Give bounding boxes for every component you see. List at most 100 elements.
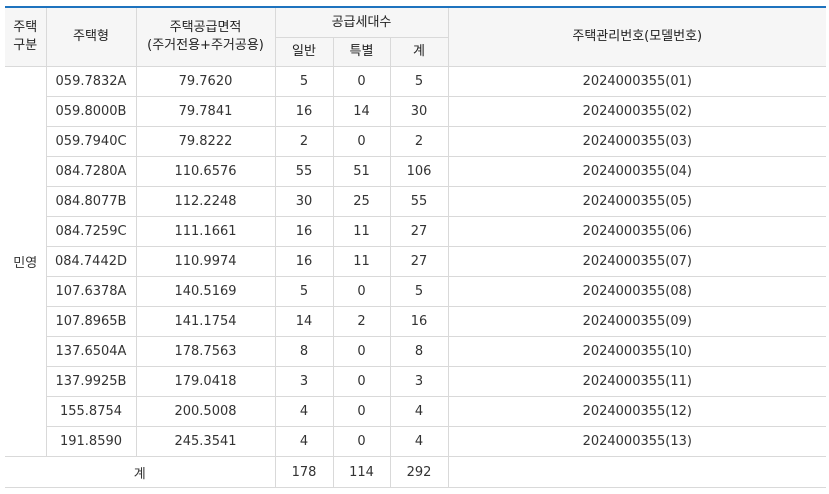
cell-general: 55 [274,156,334,187]
cell-general: 4 [274,426,334,457]
cell-total: 8 [389,336,449,367]
cell-management-number: 2024000355(03) [447,126,827,157]
header-supply-area-line2: (주거전용+주거공용) [147,38,264,53]
cell-general: 5 [274,66,334,97]
cell-general: 16 [274,96,334,127]
cell-supply-area: 245.3541 [135,426,276,457]
table-row: 059.7940C 79.8222 2 0 2 2024000355(03) [5,126,827,157]
cell-total: 2 [389,126,449,157]
cell-management-number: 2024000355(07) [447,246,827,277]
cell-total: 4 [389,426,449,457]
cell-management-number: 2024000355(06) [447,216,827,247]
cell-management-number: 2024000355(09) [447,306,827,337]
cell-management-number: 2024000355(11) [447,366,827,397]
cell-total: 30 [389,96,449,127]
cell-special: 14 [332,96,391,127]
header-supply-units: 공급세대수 [274,6,449,38]
cell-special: 0 [332,426,391,457]
cell-special: 51 [332,156,391,187]
total-special: 114 [332,456,391,488]
cell-total: 27 [389,216,449,247]
cell-special: 0 [332,276,391,307]
cell-total: 27 [389,246,449,277]
cell-housing-type: 059.8000B [46,96,137,127]
cell-housing-type: 137.9925B [46,366,137,397]
cell-supply-area: 79.7620 [135,66,276,97]
table-row: 137.9925B 179.0418 3 0 3 2024000355(11) [5,366,827,397]
table-body: 민영 059.7832A 79.7620 5 0 5 2024000355(01) 059.8… [5,66,827,488]
header-total: 계 [389,37,449,67]
cell-general: 16 [274,246,334,277]
header-housing-type: 주택형 [45,6,137,67]
cell-total: 106 [389,156,449,187]
header-general: 일반 [275,37,334,67]
cell-management-number: 2024000355(04) [447,156,827,187]
cell-housing-type: 137.6504A [46,336,137,367]
table-row: 191.8590 245.3541 4 0 4 2024000355(13) [5,426,827,457]
cell-supply-area: 140.5169 [135,276,276,307]
cell-general: 8 [274,336,334,367]
cell-housing-type: 155.8754 [46,396,137,427]
cell-special: 25 [332,186,391,217]
cell-housing-type: 084.7280A [46,156,137,187]
cell-total: 55 [389,186,449,217]
supply-table-container: 주택 구분 주택형 주택공급면적 (주거전용+주거공용) 공급세대수 주택관리번… [5,6,827,488]
cell-special: 11 [332,246,391,277]
header-housing-category-line2: 구분 [13,38,38,53]
cell-total: 5 [389,66,449,97]
cell-supply-area: 112.2248 [135,186,276,217]
cell-total: 3 [389,366,449,397]
cell-housing-type: 084.8077B [46,186,137,217]
cell-special: 0 [332,66,391,97]
cell-general: 2 [274,126,334,157]
total-label: 계 [5,456,276,488]
cell-management-number: 2024000355(12) [447,396,827,427]
cell-supply-area: 200.5008 [135,396,276,427]
cell-supply-area: 79.8222 [135,126,276,157]
cell-management-number: 2024000355(02) [447,96,827,127]
cell-supply-area: 110.6576 [135,156,276,187]
cell-special: 0 [332,366,391,397]
cell-management-number: 2024000355(08) [447,276,827,307]
cell-supply-area: 141.1754 [135,306,276,337]
cell-housing-type: 084.7442D [46,246,137,277]
cell-general: 5 [274,276,334,307]
total-general: 178 [274,456,334,488]
cell-management-number: 2024000355(01) [447,66,827,97]
cell-special: 2 [332,306,391,337]
cell-housing-type: 191.8590 [46,426,137,457]
header-supply-area: 주택공급면적 (주거전용+주거공용) [135,6,276,67]
cell-special: 0 [332,126,391,157]
cell-housing-category: 민영 [5,66,47,457]
table-row: 084.7442D 110.9974 16 11 27 2024000355(07) [5,246,827,277]
total-total: 292 [389,456,449,488]
cell-general: 4 [274,396,334,427]
cell-general: 3 [274,366,334,397]
header-management-number: 주택관리번호(모델번호) [447,6,827,67]
cell-total: 4 [389,396,449,427]
header-housing-category: 주택 구분 [5,6,47,67]
cell-housing-type: 059.7940C [46,126,137,157]
cell-supply-area: 179.0418 [135,366,276,397]
header-supply-area-line1: 주택공급면적 [169,20,242,35]
cell-management-number: 2024000355(10) [447,336,827,367]
cell-special: 0 [332,396,391,427]
cell-total: 16 [389,306,449,337]
cell-management-number: 2024000355(13) [447,426,827,457]
total-management-number [447,456,827,488]
cell-supply-area: 111.1661 [135,216,276,247]
table-row: 084.8077B 112.2248 30 25 55 2024000355(05) [5,186,827,217]
cell-general: 14 [274,306,334,337]
cell-special: 11 [332,216,391,247]
cell-total: 5 [389,276,449,307]
cell-housing-type: 059.7832A [45,66,137,97]
header-special: 특별 [332,37,391,67]
cell-special: 0 [332,336,391,367]
table-row: 084.7259C 111.1661 16 11 27 2024000355(06) [5,216,827,247]
table-row: 155.8754 200.5008 4 0 4 2024000355(12) [5,396,827,427]
table-row: 107.8965B 141.1754 14 2 16 2024000355(09) [5,306,827,337]
cell-housing-type: 107.8965B [46,306,137,337]
cell-general: 16 [274,216,334,247]
total-row: 계 178 114 292 [5,456,827,488]
cell-supply-area: 110.9974 [135,246,276,277]
